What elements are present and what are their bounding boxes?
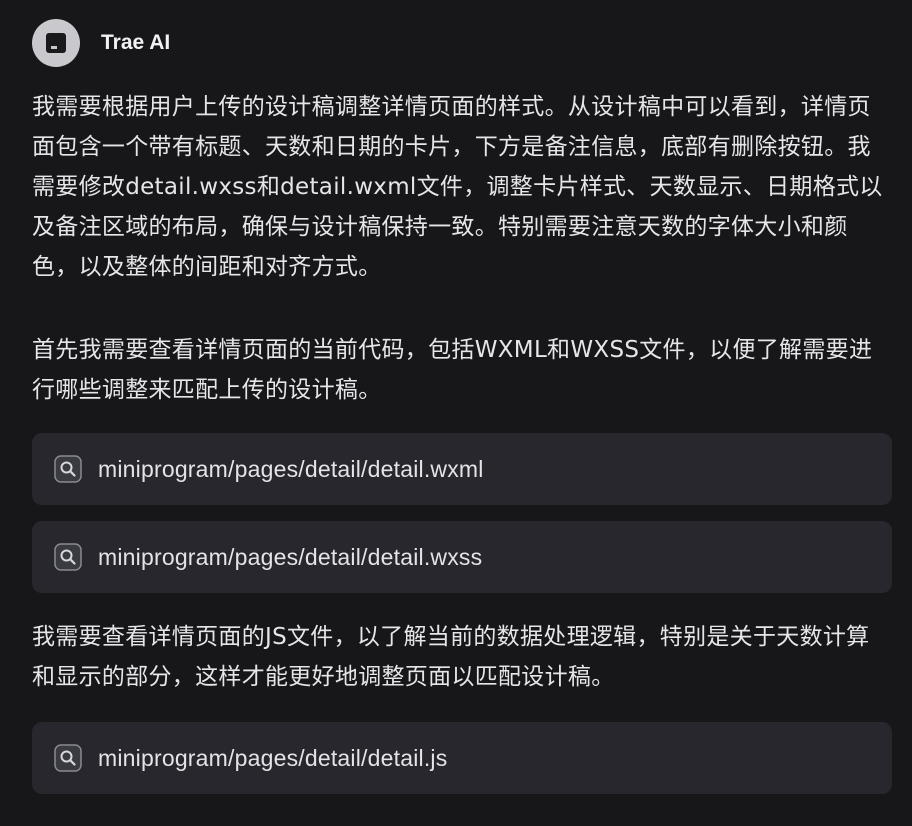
search-icon <box>54 543 82 571</box>
search-icon <box>54 455 82 483</box>
file-path: miniprogram/pages/detail/detail.wxml <box>98 455 484 482</box>
message-paragraph: 我需要根据用户上传的设计稿调整详情页面的样式。从设计稿中可以看到，详情页面包含一… <box>32 94 883 280</box>
chat-panel: Trae AI 我需要根据用户上传的设计稿调整详情页面的样式。从设计稿中可以看到… <box>0 0 912 826</box>
file-search-result[interactable]: miniprogram/pages/detail/detail.wxss <box>32 521 892 593</box>
trae-logo-icon <box>46 33 66 53</box>
message-paragraph: 我需要查看详情页面的JS文件，以了解当前的数据处理逻辑，特别是关于天数计算和显示… <box>32 624 870 690</box>
file-search-result[interactable]: miniprogram/pages/detail/detail.js <box>32 722 892 794</box>
avatar <box>32 19 80 67</box>
agent-name: Trae AI <box>101 31 171 54</box>
message-paragraph: 首先我需要查看详情页面的当前代码，包括WXML和WXSS文件，以便了解需要进行哪… <box>32 337 873 403</box>
file-search-result[interactable]: miniprogram/pages/detail/detail.wxml <box>32 433 892 505</box>
file-path: miniprogram/pages/detail/detail.wxss <box>98 543 483 570</box>
search-icon <box>54 744 82 772</box>
file-path: miniprogram/pages/detail/detail.js <box>98 744 448 771</box>
message-header: Trae AI <box>32 19 170 67</box>
